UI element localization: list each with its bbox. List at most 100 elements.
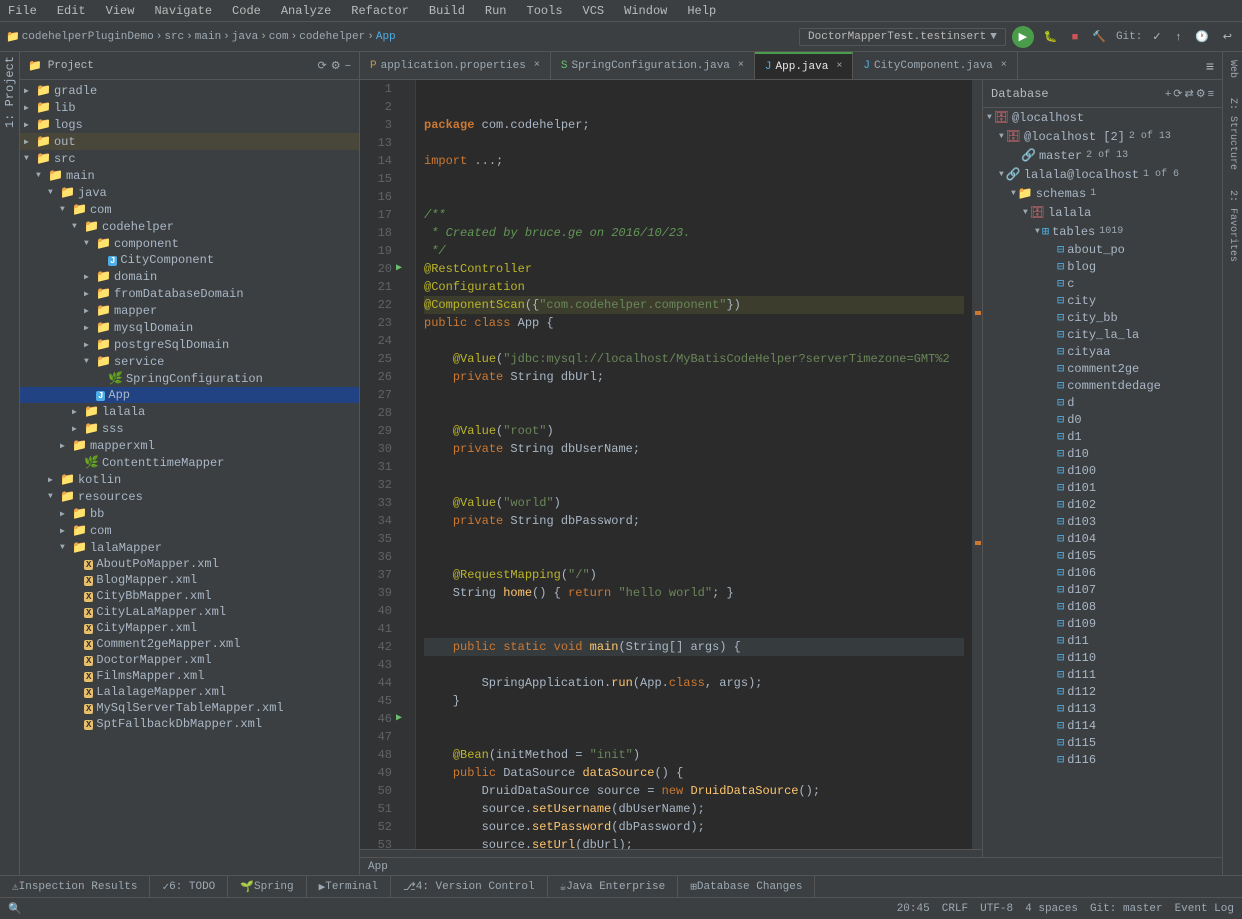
- db-table-comment2ge[interactable]: ⊟comment2ge: [983, 360, 1222, 377]
- db-table-d11[interactable]: ⊟d11: [983, 632, 1222, 649]
- tree-item-codehelper[interactable]: ▼ 📁 codehelper: [20, 218, 359, 235]
- db-table-d0[interactable]: ⊟d0: [983, 411, 1222, 428]
- menu-edit[interactable]: Edit: [53, 4, 90, 18]
- tree-item-DoctorMapper[interactable]: X DoctorMapper.xml: [20, 652, 359, 668]
- db-item-lalala[interactable]: ▼🗄lalala: [983, 203, 1222, 222]
- tree-item-SptFallbackDbMapper[interactable]: X SptFallbackDbMapper.xml: [20, 716, 359, 732]
- tree-item-bb[interactable]: ▶ 📁 bb: [20, 505, 359, 522]
- menu-window[interactable]: Window: [620, 4, 671, 18]
- db-table-d113[interactable]: ⊟d113: [983, 700, 1222, 717]
- tree-item-component[interactable]: ▼ 📁 component: [20, 235, 359, 252]
- status-charset[interactable]: UTF-8: [980, 903, 1013, 915]
- debug-button[interactable]: 🐛: [1040, 28, 1062, 45]
- git-revert[interactable]: ↩: [1219, 28, 1236, 45]
- db-table-city[interactable]: ⊟city: [983, 292, 1222, 309]
- db-table-d100[interactable]: ⊟d100: [983, 462, 1222, 479]
- tab-close-app[interactable]: ×: [836, 61, 842, 72]
- tab-menu-btn[interactable]: ≡: [1202, 56, 1218, 76]
- tree-item-kotlin[interactable]: ▶ 📁 kotlin: [20, 471, 359, 488]
- status-crlf[interactable]: CRLF: [942, 903, 968, 915]
- tree-item-src[interactable]: ▼ 📁 src: [20, 150, 359, 167]
- tree-item-AboutPoMapper[interactable]: X AboutPoMapper.xml: [20, 556, 359, 572]
- tree-item-FilmsMapper[interactable]: X FilmsMapper.xml: [20, 668, 359, 684]
- db-table-d108[interactable]: ⊟d108: [983, 598, 1222, 615]
- tab-app-java[interactable]: J App.java ×: [755, 52, 853, 80]
- db-table-d111[interactable]: ⊟d111: [983, 666, 1222, 683]
- db-table-d116[interactable]: ⊟d116: [983, 751, 1222, 768]
- db-table-cityaa[interactable]: ⊟cityaa: [983, 343, 1222, 360]
- db-table-d106[interactable]: ⊟d106: [983, 564, 1222, 581]
- breadcrumb-main[interactable]: main: [195, 31, 221, 43]
- tree-item-fromDatabaseDomain[interactable]: ▶ 📁 fromDatabaseDomain: [20, 285, 359, 302]
- tree-item-LalalageMapper[interactable]: X LalalageMapper.xml: [20, 684, 359, 700]
- tree-item-domain[interactable]: ▶ 📁 domain: [20, 268, 359, 285]
- breadcrumb-project[interactable]: 📁: [6, 30, 20, 44]
- menu-help[interactable]: Help: [683, 4, 720, 18]
- side-tab-web[interactable]: Web: [1227, 60, 1238, 78]
- tree-item-CityMapper[interactable]: X CityMapper.xml: [20, 620, 359, 636]
- git-update[interactable]: ↑: [1172, 29, 1186, 45]
- tree-item-com2[interactable]: ▶ 📁 com: [20, 522, 359, 539]
- tree-item-com[interactable]: ▼ 📁 com: [20, 201, 359, 218]
- run-button[interactable]: ▶: [1012, 26, 1034, 48]
- code-editor[interactable]: package com.codehelper;import ...;/** * …: [416, 80, 972, 849]
- tree-item-out[interactable]: ▶ 📁 out: [20, 133, 359, 150]
- menu-build[interactable]: Build: [425, 4, 469, 18]
- db-item-schemas[interactable]: ▼📁schemas1: [983, 184, 1222, 203]
- status-inspection[interactable]: 🔍: [8, 902, 22, 916]
- db-table-c[interactable]: ⊟c: [983, 275, 1222, 292]
- build-button[interactable]: 🔨: [1088, 28, 1110, 45]
- menu-view[interactable]: View: [102, 4, 139, 18]
- menu-vcs[interactable]: VCS: [579, 4, 609, 18]
- db-table-d103[interactable]: ⊟d103: [983, 513, 1222, 530]
- breadcrumb-com[interactable]: com: [269, 31, 289, 43]
- side-tab-structure[interactable]: Z: Structure: [1227, 98, 1238, 170]
- git-history[interactable]: 🕐: [1191, 28, 1213, 45]
- breadcrumb-codehelper[interactable]: codehelper: [299, 31, 365, 43]
- tree-item-sss[interactable]: ▶ 📁 sss: [20, 420, 359, 437]
- tree-item-java[interactable]: ▼ 📁 java: [20, 184, 359, 201]
- tree-item-CityLaLaMapper[interactable]: X CityLaLaMapper.xml: [20, 604, 359, 620]
- tab-close-city[interactable]: ×: [1001, 60, 1007, 71]
- db-table-d110[interactable]: ⊟d110: [983, 649, 1222, 666]
- db-table-blog[interactable]: ⊟blog: [983, 258, 1222, 275]
- tab-close-spring[interactable]: ×: [738, 60, 744, 71]
- side-tab-favorites[interactable]: 2: Favorites: [1227, 190, 1238, 262]
- db-table-d1[interactable]: ⊟d1: [983, 428, 1222, 445]
- tree-item-mysqlDomain[interactable]: ▶ 📁 mysqlDomain: [20, 319, 359, 336]
- tree-item-lalala[interactable]: ▶ 📁 lalala: [20, 403, 359, 420]
- sync-btn[interactable]: ⟳: [317, 59, 326, 72]
- status-git[interactable]: Git: master: [1090, 903, 1163, 915]
- db-table-d104[interactable]: ⊟d104: [983, 530, 1222, 547]
- db-table-commentdedage[interactable]: ⊟commentdedage: [983, 377, 1222, 394]
- db-filter-btn[interactable]: ⚙: [1196, 87, 1206, 100]
- tree-item-SpringConfiguration[interactable]: 🌿 SpringConfiguration: [20, 370, 359, 387]
- bottom-tab-java-enterprise[interactable]: ☕ Java Enterprise: [548, 876, 679, 898]
- menu-analyze[interactable]: Analyze: [277, 4, 335, 18]
- stop-button[interactable]: ■: [1068, 29, 1083, 45]
- db-table-d112[interactable]: ⊟d112: [983, 683, 1222, 700]
- tree-item-mapper[interactable]: ▶ 📁 mapper: [20, 302, 359, 319]
- git-check[interactable]: ✓: [1148, 28, 1165, 45]
- horizontal-scrollbar[interactable]: [360, 849, 982, 857]
- tree-item-gradle[interactable]: ▶ 📁 gradle: [20, 82, 359, 99]
- bottom-tab-terminal[interactable]: ▶ Terminal: [307, 876, 391, 898]
- db-item-master[interactable]: 🔗master2 of 13: [983, 146, 1222, 165]
- menu-navigate[interactable]: Navigate: [150, 4, 216, 18]
- breadcrumb-src[interactable]: src: [164, 31, 184, 43]
- minimize-btn[interactable]: −: [345, 59, 351, 72]
- tree-item-logs[interactable]: ▶ 📁 logs: [20, 116, 359, 133]
- tree-item-CityComponent[interactable]: J CityComponent: [20, 252, 359, 268]
- db-table-d114[interactable]: ⊟d114: [983, 717, 1222, 734]
- tree-item-postgreSqlDomain[interactable]: ▶ 📁 postgreSqlDomain: [20, 336, 359, 353]
- menu-code[interactable]: Code: [228, 4, 265, 18]
- bottom-tab-todo[interactable]: ✓ 6: TODO: [150, 876, 228, 898]
- bottom-tab-db-changes[interactable]: ⊞ Database Changes: [678, 876, 815, 898]
- status-indent[interactable]: 4 spaces: [1025, 903, 1078, 915]
- tree-item-resources[interactable]: ▼ 📁 resources: [20, 488, 359, 505]
- tree-item-main[interactable]: ▼ 📁 main: [20, 167, 359, 184]
- db-table-d101[interactable]: ⊟d101: [983, 479, 1222, 496]
- db-refresh-btn[interactable]: ⟳: [1173, 87, 1182, 100]
- tree-item-Comment2geMapper[interactable]: X Comment2geMapper.xml: [20, 636, 359, 652]
- db-table-city_bb[interactable]: ⊟city_bb: [983, 309, 1222, 326]
